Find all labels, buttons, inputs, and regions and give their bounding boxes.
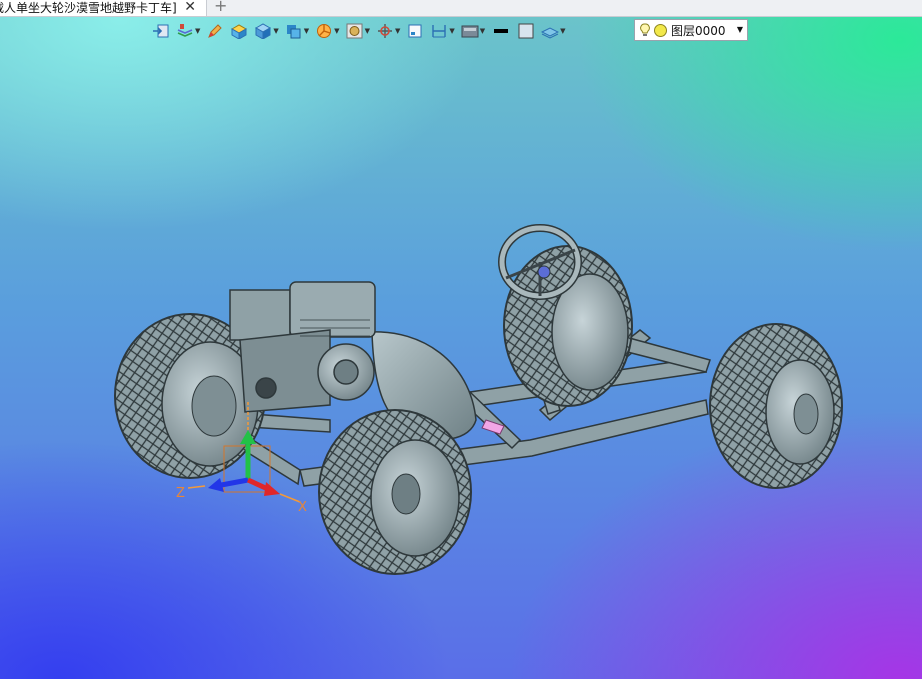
engine (229, 281, 376, 413)
x-axis-label: X (298, 500, 307, 515)
z-axis-label: Z (176, 486, 185, 501)
go-kart-model[interactable]: Z X (0, 0, 922, 679)
front-right-wheel (709, 323, 843, 489)
rear-right-wheel (318, 409, 472, 575)
